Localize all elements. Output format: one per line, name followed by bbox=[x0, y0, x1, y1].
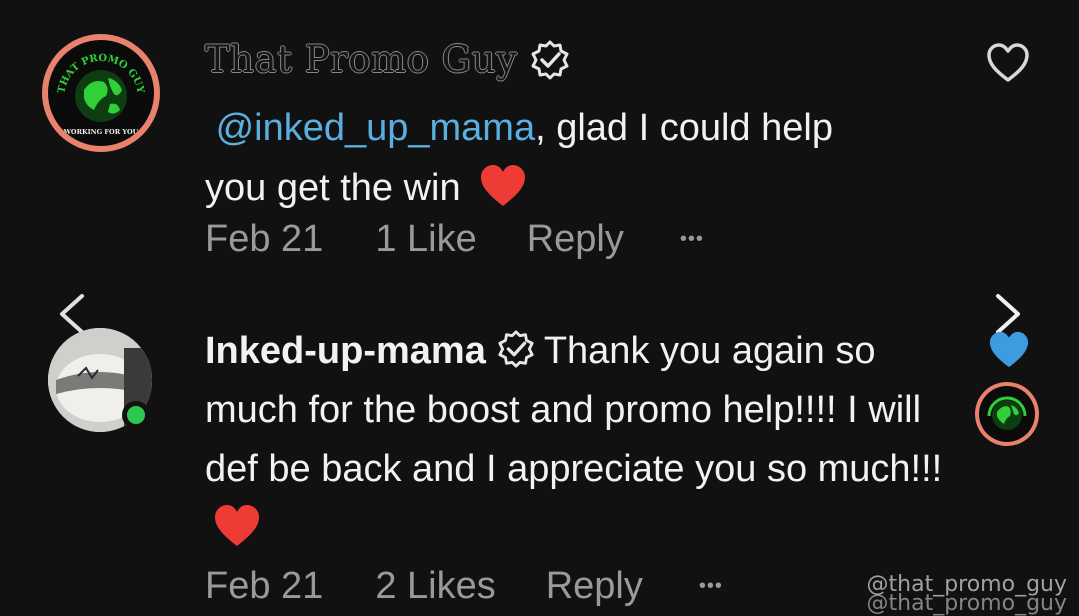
avatar-that-promo-guy[interactable]: THAT PROMO GUY WORKING FOR YOU bbox=[42, 34, 160, 152]
comment-meta: Feb 21 2 Likes Reply ••• bbox=[205, 565, 723, 608]
like-count[interactable]: 1 Like bbox=[375, 218, 476, 261]
comment-date: Feb 21 bbox=[205, 565, 324, 607]
promo-logo-icon: THAT PROMO GUY WORKING FOR YOU bbox=[56, 53, 146, 136]
author-name[interactable]: Inked-up-mama bbox=[205, 330, 486, 372]
heart-outline-icon[interactable] bbox=[985, 42, 1031, 84]
watermark-line: @that_promo_guy bbox=[866, 591, 1067, 616]
comment-line-1: @inked_up_mama, glad I could help bbox=[205, 98, 925, 158]
comment-text: Inked-up-mama Thank you again so much fo… bbox=[205, 322, 965, 558]
verified-badge-icon bbox=[531, 40, 569, 79]
red-heart-emoji-icon bbox=[481, 165, 526, 206]
avatar-bottom-text: WORKING FOR YOU bbox=[63, 128, 139, 136]
red-heart-emoji-icon bbox=[215, 505, 259, 546]
comment-text: @inked_up_mama, glad I could help you ge… bbox=[205, 98, 925, 218]
comment-date: Feb 21 bbox=[205, 218, 324, 260]
liked-by-creator-avatar bbox=[975, 382, 1039, 446]
comment-thread: THAT PROMO GUY WORKING FOR YOU That Prom… bbox=[0, 0, 1079, 616]
heart-filled-icon[interactable] bbox=[987, 330, 1031, 370]
online-status-indicator bbox=[122, 401, 150, 429]
mention-link[interactable]: @inked_up_mama bbox=[216, 107, 536, 149]
more-options-button[interactable]: ••• bbox=[680, 228, 704, 251]
verified-badge-icon bbox=[498, 330, 534, 368]
reply-button[interactable]: Reply bbox=[527, 218, 624, 261]
comment-text-part: , glad I could help bbox=[535, 107, 833, 149]
comment-line-2: you get the win bbox=[205, 158, 925, 218]
promo-logo-icon bbox=[987, 396, 1027, 430]
like-count[interactable]: 2 Likes bbox=[375, 565, 495, 608]
comment-text-part: you get the win bbox=[205, 167, 461, 209]
more-options-button[interactable]: ••• bbox=[699, 575, 723, 598]
comment-meta: Feb 21 1 Like Reply ••• bbox=[205, 218, 704, 261]
comment-author-that-promo-guy[interactable]: That Promo Guy bbox=[205, 38, 571, 81]
chevron-left-icon[interactable] bbox=[56, 292, 88, 336]
reply-button[interactable]: Reply bbox=[546, 565, 643, 608]
watermark: @that_promo_guy @that_promo_guy bbox=[866, 574, 1067, 616]
author-name: That Promo Guy bbox=[205, 38, 518, 81]
